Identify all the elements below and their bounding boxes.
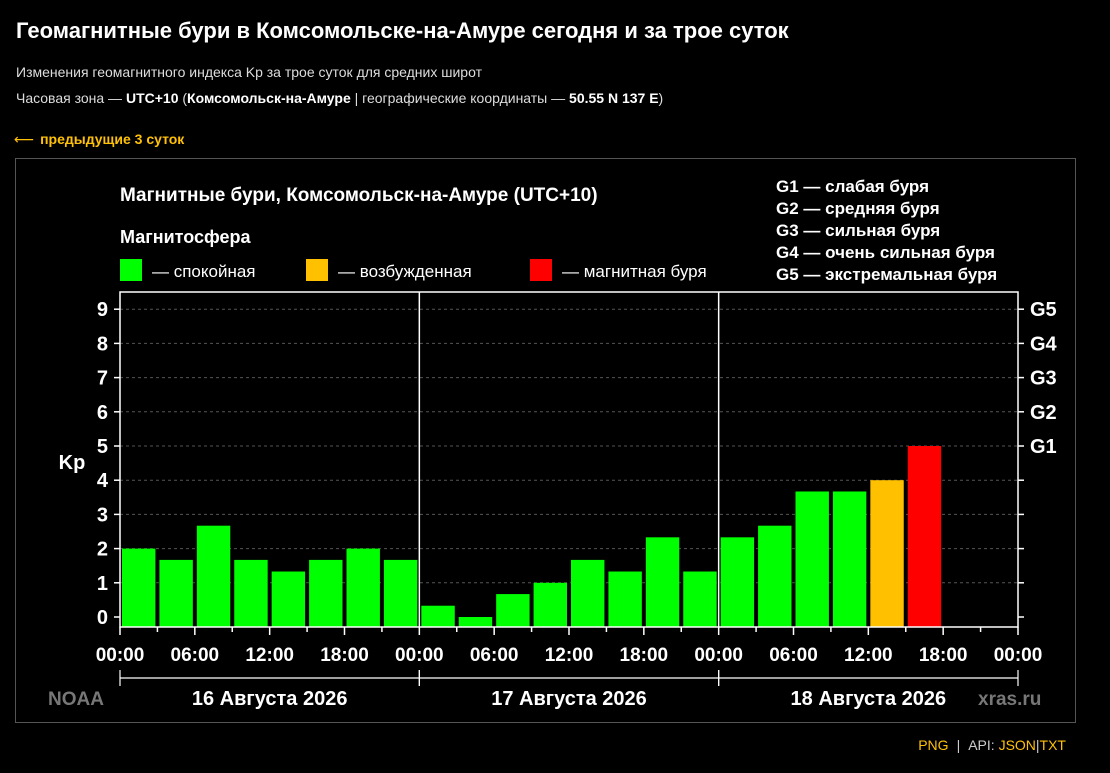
tz-value: UTC+10	[125, 90, 179, 106]
kp-bar-6	[346, 548, 380, 627]
watermark-xras: xras.ru	[978, 689, 1041, 710]
right-tick-label-3: G4	[1030, 333, 1058, 355]
y-tick-label-7: 7	[97, 368, 108, 390]
timezone-info: Часовая зона — UTC+10 (Комсомольск-на-Ам…	[16, 90, 663, 106]
kp-bar-13	[608, 571, 642, 627]
x-tick-label-6: 12:00	[545, 645, 594, 666]
legend-label-2: — магнитная буря	[562, 262, 707, 281]
y-tick-label-1: 1	[97, 573, 108, 595]
y-axis-label: Kp	[59, 452, 86, 474]
storm-scale: G1 — слабая буря G2 — средняя буря G3 — си…	[776, 177, 997, 284]
y-tick-label-3: 3	[97, 504, 108, 526]
kp-bar-8	[421, 605, 455, 627]
legend-swatch-0	[120, 259, 142, 281]
tz-city: Комсомольск-на-Амуре	[187, 90, 351, 106]
x-tick-label-5: 06:00	[470, 645, 519, 666]
kp-bar-7	[383, 559, 418, 627]
kp-bar-14	[645, 537, 680, 627]
kp-bar-18	[795, 491, 829, 627]
legend-label-0: — спокойная	[152, 262, 256, 281]
kp-bar-1	[159, 559, 193, 627]
watermark-noaa: NOAA	[48, 689, 104, 710]
x-tick-label-2: 12:00	[245, 645, 294, 666]
page-subtitle: Изменения геомагнитного индекса Kp за тр…	[16, 64, 482, 80]
y-ticks: 0 1 2 3 4 5 6 7 8 9	[97, 299, 120, 629]
footer-links: PNG | API: JSON|TXT	[918, 737, 1066, 753]
tz-close: )	[658, 90, 664, 106]
kp-bar-16	[720, 537, 755, 627]
y-tick-label-0: 0	[97, 607, 108, 629]
legend-label-1: — возбужденная	[338, 262, 472, 281]
day-labels: 16 Августа 2026 17 Августа 2026 18 Августа…	[119, 670, 1019, 710]
storm-scale-item-4: G5 — экстремальная буря	[776, 265, 997, 284]
footer-separator: |	[956, 737, 961, 753]
legend-title: Магнитосфера	[120, 227, 252, 247]
chart-title: Магнитные бури, Комсомольск-на-Амуре (UT…	[120, 185, 598, 206]
storm-scale-item-2: G3 — сильная буря	[776, 221, 940, 240]
x-tick-label-3: 18:00	[320, 645, 369, 666]
x-tick-label-11: 18:00	[919, 645, 968, 666]
previous-3-days-link[interactable]: ⟵ предыдущие 3 суток	[14, 131, 184, 148]
right-tick-label-0: G1	[1030, 436, 1057, 458]
y-tick-label-5: 5	[97, 436, 108, 458]
legend-swatch-2	[530, 259, 552, 281]
tz-prefix: Часовая зона —	[16, 90, 126, 106]
kp-bar-5	[309, 559, 343, 627]
right-tick-label-4: G5	[1030, 299, 1057, 321]
storm-scale-item-1: G2 — средняя буря	[776, 199, 940, 218]
tz-coords: 50.55 N 137 E	[569, 90, 659, 106]
api-label: API:	[968, 737, 995, 753]
y-tick-label-4: 4	[97, 470, 109, 492]
kp-bar-20	[870, 480, 904, 627]
legend-swatch-1	[306, 259, 328, 281]
png-link[interactable]: PNG	[918, 737, 948, 753]
kp-bar-3	[234, 559, 268, 627]
kp-bar-19	[832, 491, 867, 627]
y-tick-label-9: 9	[97, 299, 108, 321]
kp-bar-9	[458, 617, 493, 627]
right-ticks: G1 G2 G3 G4 G5	[1018, 299, 1058, 618]
y-tick-label-2: 2	[97, 539, 108, 561]
y-tick-label-8: 8	[97, 333, 108, 355]
x-tick-label-8: 00:00	[694, 645, 743, 666]
tz-mid: | географические координаты —	[350, 90, 570, 106]
storm-scale-item-3: G4 — очень сильная буря	[776, 243, 995, 262]
x-tick-label-12: 00:00	[994, 645, 1043, 666]
kp-bar-2	[196, 525, 231, 627]
y-tick-label-6: 6	[97, 402, 108, 424]
day-label-0: 16 Августа 2026	[192, 688, 348, 710]
kp-bar-11	[533, 582, 567, 627]
left-arrow-icon: ⟵	[14, 131, 35, 147]
previous-3-days-label: предыдущие 3 суток	[40, 131, 185, 147]
page-title: Геомагнитные бури в Комсомольске-на-Амур…	[16, 18, 789, 43]
x-tick-label-4: 00:00	[395, 645, 444, 666]
right-tick-label-1: G2	[1030, 402, 1057, 424]
right-tick-label-2: G3	[1030, 368, 1057, 390]
x-ticks: 00:00 06:00 12:00 18:00 00:00 06:00 12:00 18:00…	[96, 627, 1043, 666]
kp-chart: Магнитные бури, Комсомольск-на-Амуре (UT…	[48, 177, 1058, 710]
legend: — спокойная — возбужденная — магнитная бур…	[120, 259, 707, 281]
x-tick-label-0: 00:00	[96, 645, 145, 666]
x-tick-label-9: 06:00	[769, 645, 818, 666]
x-tick-label-1: 06:00	[171, 645, 220, 666]
tz-city-open: (	[178, 90, 188, 106]
kp-bar-15	[683, 571, 717, 627]
json-link[interactable]: JSON	[999, 737, 1036, 753]
x-tick-label-10: 12:00	[844, 645, 893, 666]
x-tick-label-7: 18:00	[620, 645, 669, 666]
kp-bar-12	[571, 559, 605, 627]
kp-bar-10	[496, 594, 530, 627]
kp-bar-17	[758, 525, 792, 627]
day-label-1: 17 Августа 2026	[491, 688, 647, 710]
day-label-2: 18 Августа 2026	[791, 688, 947, 710]
kp-bar-0	[122, 548, 156, 627]
storm-scale-item-0: G1 — слабая буря	[776, 177, 929, 196]
txt-link[interactable]: TXT	[1040, 737, 1066, 753]
bars	[122, 446, 942, 627]
chart-frame: Магнитные бури, Комсомольск-на-Амуре (UT…	[15, 158, 1076, 723]
kp-bar-21	[907, 446, 942, 627]
kp-bar-4	[271, 571, 306, 627]
